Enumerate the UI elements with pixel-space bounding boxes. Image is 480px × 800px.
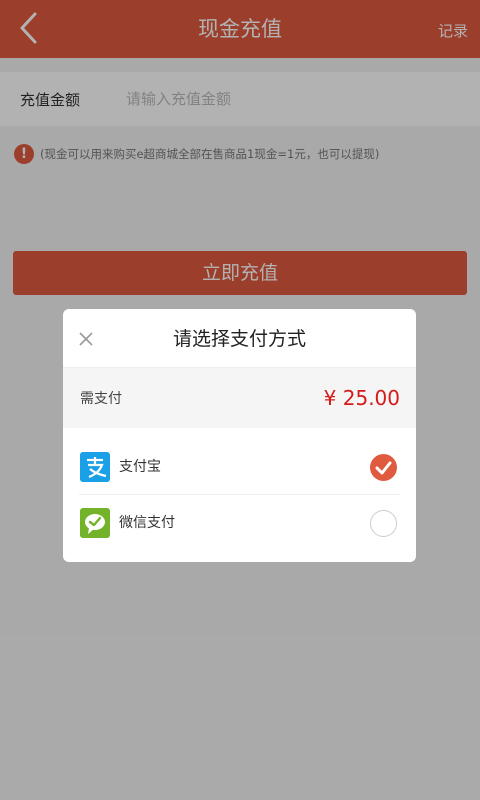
method-name: 微信支付 [119, 515, 175, 531]
radio-unchecked[interactable] [370, 510, 397, 537]
check-icon [375, 461, 392, 475]
payment-method-wechat[interactable]: 微信支付 [63, 495, 416, 551]
modal-title: 请选择支付方式 [172, 328, 306, 350]
pay-label: 需支付 [80, 391, 122, 407]
method-name: 支付宝 [119, 459, 161, 475]
pay-amount-row: 需支付 ¥ 25.00 [63, 368, 416, 428]
modal-header: 请选择支付方式 [63, 309, 416, 368]
alipay-icon [80, 452, 110, 482]
radio-checked[interactable] [370, 454, 397, 481]
payment-method-alipay[interactable]: 支付宝 [63, 439, 416, 495]
pay-amount: ¥ 25.00 [323, 386, 400, 410]
wechat-icon [80, 508, 110, 538]
payment-modal: 请选择支付方式 需支付 ¥ 25.00 支付宝 微信支付 [63, 309, 416, 562]
